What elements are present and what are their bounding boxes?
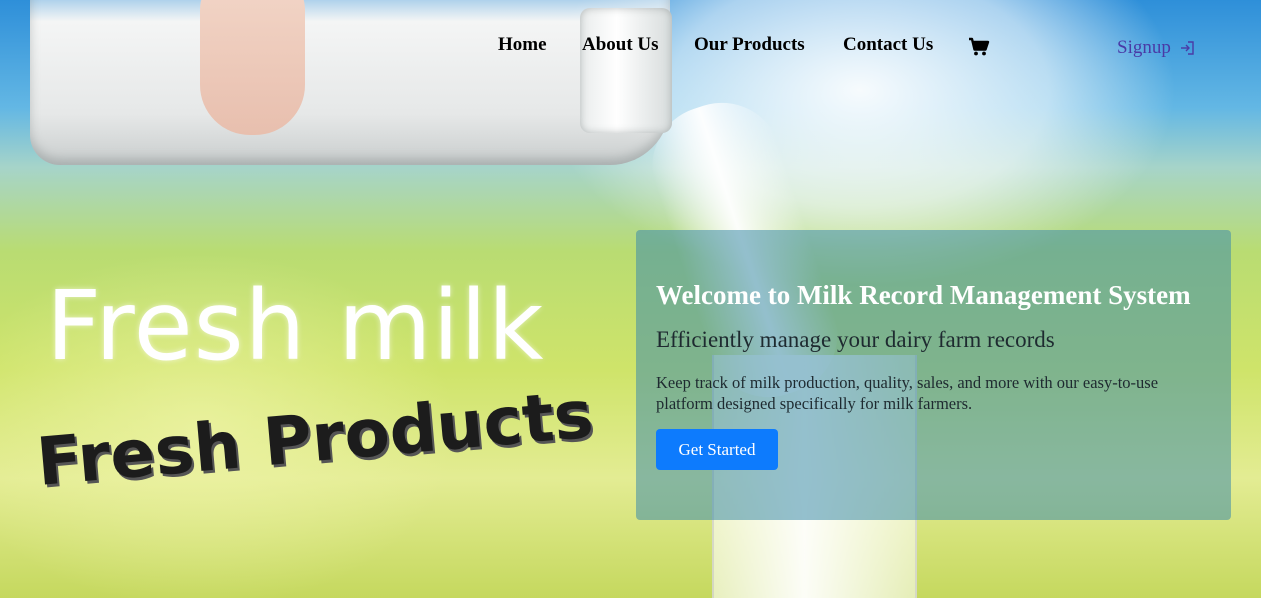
get-started-button[interactable]: Get Started xyxy=(656,429,778,470)
welcome-panel: Welcome to Milk Record Management System… xyxy=(636,230,1231,520)
welcome-title: Welcome to Milk Record Management System xyxy=(656,280,1191,310)
shopping-cart-icon[interactable] xyxy=(968,37,990,57)
nav-about-us[interactable]: About Us xyxy=(582,34,659,56)
welcome-subtitle: Efficiently manage your dairy farm recor… xyxy=(656,327,1055,352)
sign-in-icon xyxy=(1179,40,1195,56)
navbar: Home About Us Our Products Contact Us Si… xyxy=(0,0,1261,90)
signup-label: Signup xyxy=(1117,37,1171,58)
welcome-description: Keep track of milk production, quality, … xyxy=(656,373,1159,413)
hero-headline-fresh-milk: Fresh milk xyxy=(46,270,545,382)
nav-contact-us[interactable]: Contact Us xyxy=(843,34,933,56)
nav-home[interactable]: Home xyxy=(498,34,547,56)
signup-link[interactable]: Signup xyxy=(1117,37,1195,59)
nav-our-products[interactable]: Our Products xyxy=(694,34,805,56)
